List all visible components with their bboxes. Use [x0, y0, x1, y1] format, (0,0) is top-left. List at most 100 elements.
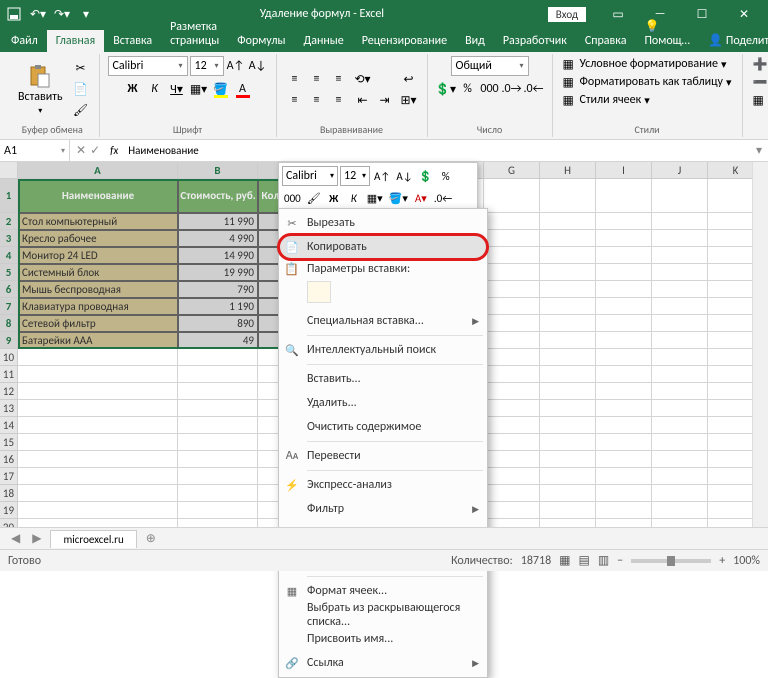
orientation-icon[interactable]: ⟲▾ — [353, 69, 373, 89]
cell[interactable] — [484, 247, 540, 264]
cell[interactable] — [596, 434, 652, 451]
cell[interactable] — [540, 417, 596, 434]
format-cells-button[interactable]: ▦Формат ▾ — [751, 92, 768, 108]
cell[interactable] — [540, 502, 596, 519]
row-header[interactable]: 6 — [0, 281, 18, 298]
cell[interactable] — [178, 349, 258, 366]
save-icon[interactable] — [4, 4, 24, 24]
delete-cells-button[interactable]: ➖Удалить ▾ — [751, 74, 768, 90]
row-header[interactable]: 1 — [0, 179, 18, 213]
merge-icon[interactable]: ⊞▾ — [399, 90, 419, 110]
comma-icon[interactable]: 000 — [480, 79, 500, 99]
row-header[interactable]: 12 — [0, 383, 18, 400]
formula-input[interactable] — [122, 144, 750, 157]
cell[interactable] — [484, 366, 540, 383]
cell[interactable] — [540, 264, 596, 281]
row-header[interactable]: 17 — [0, 468, 18, 485]
cell[interactable] — [18, 485, 178, 502]
cell[interactable] — [540, 468, 596, 485]
cell[interactable] — [596, 502, 652, 519]
tab-layout[interactable]: Разметка страницы — [161, 16, 228, 52]
zoom-in-icon[interactable]: + — [719, 554, 725, 568]
tab-view[interactable]: Вид — [456, 30, 494, 52]
cell[interactable] — [596, 264, 652, 281]
row-header[interactable]: 9 — [0, 332, 18, 349]
cell[interactable] — [18, 400, 178, 417]
currency-icon[interactable]: 💲▾ — [436, 79, 456, 99]
cell[interactable] — [484, 451, 540, 468]
ctx-delete[interactable]: Удалить... — [279, 391, 487, 415]
cell[interactable] — [596, 485, 652, 502]
ctx-filter[interactable]: Фильтр▶ — [279, 497, 487, 521]
ctx-cut[interactable]: ✂Вырезать — [279, 211, 487, 235]
redo-icon[interactable]: ↷▾ — [52, 4, 72, 24]
mini-currency-icon[interactable]: 💲 — [417, 166, 435, 186]
cell[interactable] — [18, 434, 178, 451]
cell[interactable] — [652, 383, 708, 400]
inc-decimal-icon[interactable]: .0→ — [502, 79, 522, 99]
cell[interactable] — [596, 366, 652, 383]
cell[interactable] — [484, 298, 540, 315]
row-header[interactable]: 4 — [0, 247, 18, 264]
cell[interactable] — [652, 332, 708, 349]
vertical-scrollbar[interactable] — [752, 162, 768, 556]
cell[interactable] — [484, 417, 540, 434]
cell[interactable]: 790 — [178, 281, 258, 298]
mini-bold-button[interactable]: Ж — [325, 188, 343, 208]
cell[interactable] — [596, 230, 652, 247]
cell[interactable] — [484, 264, 540, 281]
cell[interactable] — [596, 213, 652, 230]
number-format-combo[interactable]: Общий▾ — [451, 56, 529, 76]
cell[interactable] — [18, 451, 178, 468]
cell[interactable] — [484, 468, 540, 485]
cell[interactable] — [484, 383, 540, 400]
align-bottom-icon[interactable]: ≡ — [329, 69, 349, 89]
enter-formula-icon[interactable]: ✓ — [90, 143, 100, 158]
cell[interactable] — [178, 383, 258, 400]
copy-icon[interactable]: 📄 — [71, 80, 91, 100]
shrink-font-icon[interactable]: A↓ — [248, 56, 268, 76]
signin-button[interactable]: Вход — [548, 7, 586, 22]
col-header[interactable]: J — [652, 162, 708, 179]
tab-help[interactable]: Справка — [576, 30, 636, 52]
cell[interactable] — [652, 434, 708, 451]
mini-comma-icon[interactable]: 000 — [282, 188, 303, 208]
row-header[interactable]: 13 — [0, 400, 18, 417]
cell[interactable] — [484, 315, 540, 332]
cell[interactable] — [652, 281, 708, 298]
cell[interactable] — [652, 349, 708, 366]
conditional-format-button[interactable]: ▦Условное форматирование ▾ — [561, 56, 729, 72]
mini-percent-icon[interactable]: % — [437, 166, 455, 186]
ctx-define-name[interactable]: Присвоить имя... — [279, 627, 487, 651]
cell[interactable]: 19 990 — [178, 264, 258, 281]
cancel-formula-icon[interactable]: ✕ — [76, 143, 86, 158]
cell[interactable] — [596, 179, 652, 213]
view-layout-icon[interactable]: ▤ — [579, 553, 590, 568]
cell[interactable] — [652, 468, 708, 485]
tab-formulas[interactable]: Формулы — [228, 30, 294, 52]
dec-decimal-icon[interactable]: .0← — [524, 79, 544, 99]
fx-icon[interactable]: fx — [106, 144, 122, 157]
cell[interactable] — [596, 417, 652, 434]
ctx-paste-special[interactable]: Специальная вставка...▶ — [279, 309, 487, 333]
cell[interactable]: Кресло рабочее — [18, 230, 178, 247]
cell[interactable] — [484, 485, 540, 502]
mini-size-combo[interactable]: 12▾ — [340, 166, 370, 186]
cell[interactable] — [540, 485, 596, 502]
cell[interactable]: 4 990 — [178, 230, 258, 247]
cell[interactable]: Сетевой фильтр — [18, 315, 178, 332]
row-header[interactable]: 10 — [0, 349, 18, 366]
qat-customize-icon[interactable]: ▾ — [76, 4, 96, 24]
row-header[interactable]: 5 — [0, 264, 18, 281]
cell[interactable] — [484, 179, 540, 213]
cell[interactable] — [178, 468, 258, 485]
cell[interactable]: 890 — [178, 315, 258, 332]
align-right-icon[interactable]: ≡ — [329, 90, 349, 110]
share-button[interactable]: 👤 Поделиться — [699, 29, 768, 52]
font-name-combo[interactable]: Calibri▾ — [108, 56, 188, 76]
font-color-icon[interactable]: A — [233, 79, 253, 99]
format-as-table-button[interactable]: ▦Форматировать как таблицу ▾ — [561, 74, 734, 90]
cell[interactable] — [596, 281, 652, 298]
cell[interactable] — [178, 366, 258, 383]
underline-button[interactable]: Ч▾ — [167, 79, 187, 99]
